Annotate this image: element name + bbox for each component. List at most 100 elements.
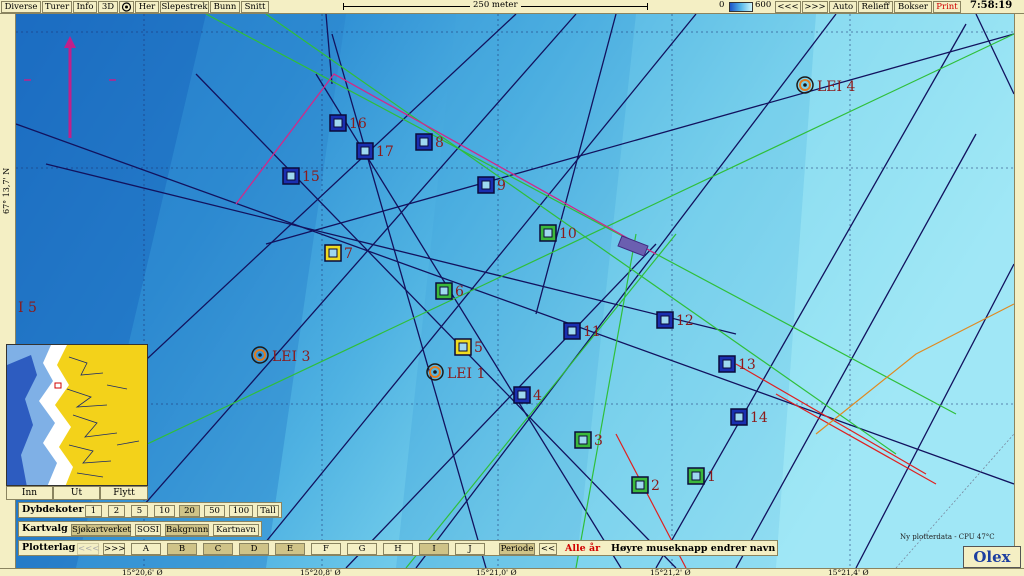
waypoint-label: 13 xyxy=(738,357,756,373)
waypoint-marker[interactable]: 4 xyxy=(513,386,542,404)
menu-turer-button[interactable]: Turer xyxy=(42,1,72,13)
menu-bunn-button[interactable]: Bunn xyxy=(210,1,240,13)
longitude-label: 15°21,0' Ø xyxy=(476,568,517,576)
layer-a-button[interactable]: A xyxy=(131,543,161,555)
map-source-bakgrunn-button[interactable]: Bakgrunn xyxy=(165,524,209,536)
waypoint-marker[interactable]: 10 xyxy=(539,224,577,242)
layer-h-button[interactable]: H xyxy=(383,543,413,555)
zoom-in-button[interactable]: Inn xyxy=(6,486,53,500)
right-margin xyxy=(1014,14,1024,568)
layer-b-button[interactable]: B xyxy=(167,543,197,555)
waypoint-marker[interactable]: 14 xyxy=(730,408,768,426)
layer-prev-button[interactable]: <<< xyxy=(77,543,99,555)
mark-label: LEI 3 xyxy=(272,349,310,365)
target-icon-button[interactable] xyxy=(119,1,134,13)
layer-g-button[interactable]: G xyxy=(347,543,377,555)
waypoint-marker[interactable]: 8 xyxy=(415,133,444,151)
waypoint-marker[interactable]: 17 xyxy=(356,142,394,160)
waypoint-marker[interactable]: 3 xyxy=(574,431,603,449)
depth-min-label: 0 xyxy=(719,0,725,10)
waypoint-marker[interactable]: 12 xyxy=(656,311,694,329)
plotterlag-label: Plotterlag xyxy=(22,542,76,553)
waypoint-marker[interactable]: 16 xyxy=(329,114,367,132)
waypoint-marker[interactable]: 7 xyxy=(324,244,353,262)
bokser-button[interactable]: Bokser xyxy=(894,1,932,13)
scale-tick xyxy=(647,3,648,10)
map-source-kartnavn-button[interactable]: Kartnavn xyxy=(213,524,259,536)
depth-100-button[interactable]: 100 xyxy=(229,505,253,517)
kartvalg-row: Kartvalg Sjøkartverket SOSI Bakgrunn Kar… xyxy=(18,521,262,537)
waypoint-label: 9 xyxy=(497,178,506,194)
side-label: I 5 xyxy=(18,300,37,316)
layer-i-button[interactable]: I xyxy=(419,543,449,555)
dybdekoter-row: Dybdekoter 1 2 5 10 20 50 100 Tall xyxy=(18,502,282,518)
waypoint-label: 16 xyxy=(349,116,367,132)
depth-color-scale xyxy=(729,2,753,12)
menu-info-button[interactable]: Info xyxy=(73,1,97,13)
waypoint-marker[interactable]: 6 xyxy=(435,282,464,300)
waypoint-marker[interactable]: 1 xyxy=(687,467,716,485)
depth-2-button[interactable]: 2 xyxy=(108,505,125,517)
circle-mark-icon[interactable]: LEI 1 xyxy=(426,363,485,382)
waypoint-label: 2 xyxy=(651,478,660,494)
longitude-label: 15°20,6' Ø xyxy=(122,568,163,576)
map-source-sosi-button[interactable]: SOSI xyxy=(135,524,161,536)
waypoint-marker[interactable]: 15 xyxy=(282,167,320,185)
waypoint-marker[interactable]: 5 xyxy=(454,338,483,356)
map-canvas[interactable]: I 5 1617815910761112513414312 LEI 4LEI 3… xyxy=(16,14,1014,568)
menu-slepestrek-button[interactable]: Slepestrek xyxy=(160,1,209,13)
layer-c-button[interactable]: C xyxy=(203,543,233,555)
prev-button[interactable]: <<< xyxy=(775,1,801,13)
longitude-label: 15°21,2' Ø xyxy=(650,568,691,576)
circle-mark-icon[interactable]: LEI 4 xyxy=(796,76,855,95)
alle-ar-label[interactable]: Alle år xyxy=(565,543,600,554)
depth-tall-button[interactable]: Tall xyxy=(257,505,279,517)
layer-j-button[interactable]: J xyxy=(455,543,485,555)
depth-10-button[interactable]: 10 xyxy=(154,505,175,517)
depth-band xyxy=(776,14,1014,568)
relieff-button[interactable]: Relieff xyxy=(858,1,893,13)
next-button[interactable]: >>> xyxy=(802,1,828,13)
layer-next-button[interactable]: >>> xyxy=(103,543,125,555)
scale-tick xyxy=(343,3,344,10)
depth-50-button[interactable]: 50 xyxy=(204,505,225,517)
depth-20-button[interactable]: 20 xyxy=(179,505,200,517)
circle-mark-icon[interactable]: LEI 3 xyxy=(251,346,310,365)
target-icon xyxy=(121,2,132,12)
overview-minimap[interactable] xyxy=(6,344,148,486)
depth-max-label: 600 xyxy=(755,0,772,10)
waypoint-marker[interactable]: 2 xyxy=(631,476,660,494)
waypoint-marker[interactable]: 9 xyxy=(477,176,506,194)
map-source-sjokartverket-button[interactable]: Sjøkartverket xyxy=(71,524,131,536)
print-button[interactable]: Print xyxy=(933,1,961,13)
minimap-canvas[interactable] xyxy=(7,345,148,486)
waypoint-label: 8 xyxy=(435,135,444,151)
mark-label: LEI 4 xyxy=(817,79,855,95)
menu-diverse-button[interactable]: Diverse xyxy=(1,1,41,13)
layer-d-button[interactable]: D xyxy=(239,543,269,555)
olex-logo: Olex xyxy=(963,546,1021,568)
longitude-label: 15°20,8' Ø xyxy=(300,568,341,576)
periode-button[interactable]: Periode xyxy=(499,543,535,555)
waypoint-label: 3 xyxy=(594,433,603,449)
zoom-out-button[interactable]: Ut xyxy=(53,486,100,500)
menu-her-button[interactable]: Her xyxy=(135,1,159,13)
waypoint-marker[interactable]: 13 xyxy=(718,355,756,373)
depth-1-button[interactable]: 1 xyxy=(85,505,102,517)
menu-snitt-button[interactable]: Snitt xyxy=(241,1,269,13)
kartvalg-label: Kartvalg xyxy=(22,523,68,534)
move-button[interactable]: Flytt xyxy=(100,486,148,500)
depth-5-button[interactable]: 5 xyxy=(131,505,148,517)
layer-f-button[interactable]: F xyxy=(311,543,341,555)
auto-button[interactable]: Auto xyxy=(829,1,857,13)
waypoint-label: 4 xyxy=(533,388,542,404)
layer-e-button[interactable]: E xyxy=(275,543,305,555)
longitude-label: 15°21,4' Ø xyxy=(828,568,869,576)
hint-text: Høyre museknapp endrer navn xyxy=(611,543,776,554)
period-prev-button[interactable]: << xyxy=(539,543,557,555)
waypoint-marker[interactable]: 11 xyxy=(563,322,601,340)
waypoint-label: 6 xyxy=(455,284,464,300)
chart-map[interactable]: I 5 16 17 8 15 9 10 7 6 11 12 5 13 4 14 3 1 2 LEI 4 LEI 3… xyxy=(16,14,1014,568)
menu-3d-button[interactable]: 3D xyxy=(98,1,118,13)
status-text: Ny plotterdata - CPU 47°C xyxy=(900,533,995,541)
